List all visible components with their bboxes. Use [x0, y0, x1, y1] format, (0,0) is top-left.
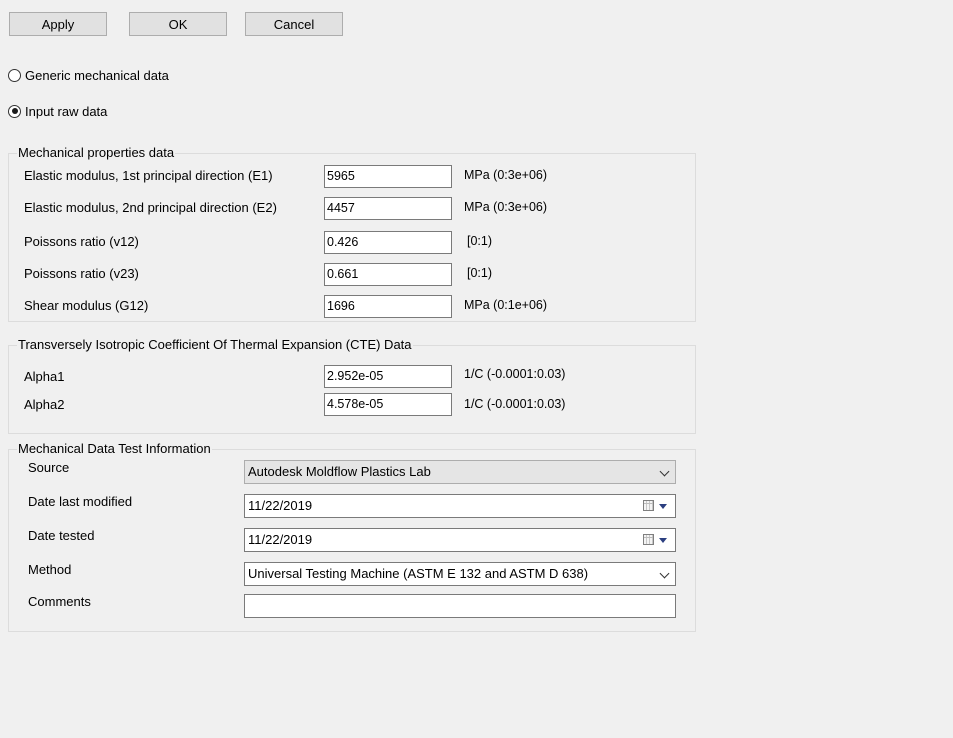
cte-title: Transversely Isotropic Coefficient Of Th…	[17, 337, 413, 352]
e1-input[interactable]: 5965	[324, 165, 452, 188]
alpha2-unit: 1/C (-0.0001:0.03)	[464, 397, 566, 411]
e1-unit: MPa (0:3e+06)	[464, 168, 548, 182]
chevron-down-icon	[659, 466, 670, 477]
source-label: Source	[28, 460, 70, 475]
v23-input[interactable]: 0.661	[324, 263, 452, 286]
e2-unit: MPa (0:3e+06)	[464, 200, 548, 214]
alpha1-label: Alpha1	[24, 369, 65, 384]
calendar-icon[interactable]	[643, 500, 654, 511]
method-dropdown[interactable]: Universal Testing Machine (ASTM E 132 an…	[244, 562, 676, 586]
method-label: Method	[28, 562, 72, 577]
dropdown-arrow-icon[interactable]	[659, 504, 667, 509]
date-modified-label: Date last modified	[28, 494, 133, 509]
date-tested-picker[interactable]: 11/22/2019	[244, 528, 676, 552]
source-dropdown[interactable]: Autodesk Moldflow Plastics Lab	[244, 460, 676, 484]
calendar-icon[interactable]	[643, 534, 654, 545]
e2-label: Elastic modulus, 2nd principal direction…	[24, 200, 277, 215]
mechanical-properties-title: Mechanical properties data	[17, 145, 176, 160]
mechanical-properties-group: Mechanical properties data Elastic modul…	[8, 145, 696, 322]
cte-group: Transversely Isotropic Coefficient Of Th…	[8, 337, 696, 434]
test-info-group: Mechanical Data Test Information Source …	[8, 441, 696, 632]
alpha1-input[interactable]: 2.952e-05	[324, 365, 452, 388]
date-tested-label: Date tested	[28, 528, 95, 543]
e1-label: Elastic modulus, 1st principal direction…	[24, 168, 273, 183]
alpha2-label: Alpha2	[24, 397, 65, 412]
source-value: Autodesk Moldflow Plastics Lab	[248, 464, 431, 479]
cancel-button[interactable]: Cancel	[245, 12, 343, 36]
g12-unit: MPa (0:1e+06)	[464, 298, 548, 312]
raw-data-radio[interactable]	[8, 104, 21, 118]
ok-button[interactable]: OK	[129, 12, 227, 36]
v12-input[interactable]: 0.426	[324, 231, 452, 254]
alpha2-input[interactable]: 4.578e-05	[324, 393, 452, 416]
v23-unit: [0:1)	[467, 266, 493, 280]
generic-data-option[interactable]: Generic mechanical data	[8, 66, 169, 84]
v23-label: Poissons ratio (v23)	[24, 266, 139, 281]
raw-data-label: Input raw data	[25, 103, 108, 119]
test-info-title: Mechanical Data Test Information	[17, 441, 212, 456]
date-modified-value: 11/22/2019	[248, 498, 313, 513]
chevron-down-icon	[659, 568, 670, 579]
comments-label: Comments	[28, 594, 91, 609]
comments-field[interactable]	[244, 594, 676, 618]
generic-data-label: Generic mechanical data	[25, 67, 169, 83]
apply-button[interactable]: Apply	[9, 12, 107, 36]
generic-data-radio[interactable]	[8, 68, 21, 82]
date-tested-value: 11/22/2019	[248, 532, 313, 547]
date-modified-picker[interactable]: 11/22/2019	[244, 494, 676, 518]
method-value: Universal Testing Machine (ASTM E 132 an…	[248, 566, 589, 581]
raw-data-option[interactable]: Input raw data	[8, 102, 107, 120]
e2-input[interactable]: 4457	[324, 197, 452, 220]
alpha1-unit: 1/C (-0.0001:0.03)	[464, 367, 566, 381]
dropdown-arrow-icon[interactable]	[659, 538, 667, 543]
v12-label: Poissons ratio (v12)	[24, 234, 139, 249]
g12-input[interactable]: 1696	[324, 295, 452, 318]
g12-label: Shear modulus (G12)	[24, 298, 149, 313]
v12-unit: [0:1)	[467, 234, 493, 248]
